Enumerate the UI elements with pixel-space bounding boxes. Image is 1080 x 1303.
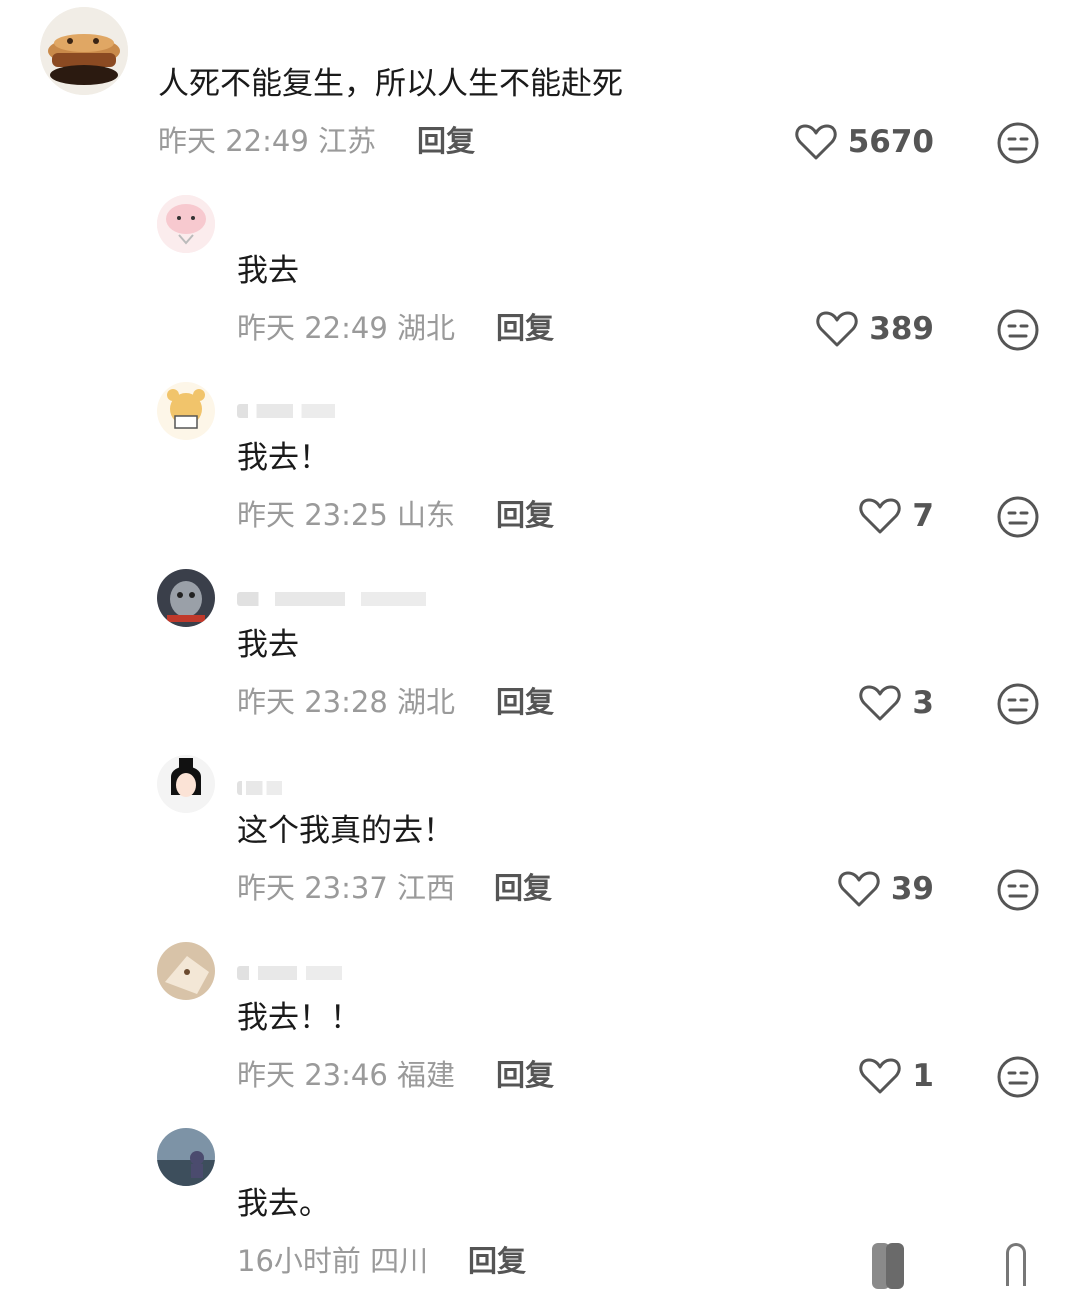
comment-text: 人死不能复生，所以人生不能赴死 [158,66,623,102]
reply-time: 昨天 23:28 [237,685,388,719]
heart-outline-icon [859,1058,902,1094]
blurred-nickname [237,781,301,795]
like-count: 1 [912,1058,934,1094]
neutral-face-icon[interactable] [996,495,1040,539]
like-button[interactable]: 389 [815,309,934,349]
reply-meta: 昨天 23:25 山东 [237,497,455,533]
avatar[interactable] [157,195,215,253]
avatar[interactable] [40,7,128,95]
like-count: 3 [912,685,934,721]
reply-text: 我去 [237,627,299,663]
comment-location: 江苏 [318,124,377,158]
reply-button[interactable]: 回复 [417,123,475,159]
heart-outline-icon [859,685,902,721]
reply-meta: 16小时前 四川 [237,1243,428,1279]
heart-outline-icon [859,498,902,534]
blurred-nickname [237,404,377,418]
avatar[interactable] [157,755,215,813]
like-count: 7 [912,498,934,534]
heart-outline-icon [838,871,880,907]
reply-meta: 昨天 22:49 湖北 [237,310,455,346]
like-button[interactable]: 1 [858,1056,934,1096]
neutral-face-icon[interactable] [996,121,1040,165]
comment-meta: 昨天 22:49 江苏 [158,123,376,159]
like-count: 5670 [847,124,934,160]
reply-button[interactable]: 回复 [496,310,554,346]
avatar[interactable] [157,1128,215,1186]
avatar[interactable] [157,569,215,627]
cropped-like-icon [886,1243,904,1289]
reply-meta: 昨天 23:46 福建 [237,1057,455,1093]
heart-outline-icon [816,311,858,347]
reply-text: 我去！！ [237,1000,361,1036]
reply-button[interactable]: 回复 [494,870,552,906]
reply-location: 江西 [397,871,456,905]
neutral-face-icon[interactable] [996,868,1040,912]
reply-time: 昨天 23:37 [237,871,388,905]
avatar[interactable] [157,382,215,440]
avatar[interactable] [157,942,215,1000]
reply-button[interactable]: 回复 [496,1057,554,1093]
reply-meta: 昨天 23:37 江西 [237,870,455,906]
reply-location: 湖北 [397,311,456,345]
reply-time: 昨天 23:25 [237,498,388,532]
like-count: 389 [869,311,934,347]
reply-meta: 昨天 23:28 湖北 [237,684,455,720]
reply-location: 山东 [397,498,456,532]
reply-button[interactable]: 回复 [496,497,554,533]
blurred-nickname [237,966,387,980]
reply-button[interactable]: 回复 [496,684,554,720]
neutral-face-icon[interactable] [996,682,1040,726]
cropped-dislike-icon [1006,1243,1026,1286]
like-button[interactable]: 5670 [794,122,934,162]
reply-button[interactable]: 回复 [468,1243,526,1279]
like-button[interactable]: 3 [858,683,934,723]
neutral-face-icon[interactable] [996,308,1040,352]
like-count: 39 [890,871,934,907]
reply-location: 湖北 [397,685,456,719]
reply-time: 昨天 23:46 [237,1058,388,1092]
reply-time: 昨天 22:49 [237,311,388,345]
reply-text: 我去！ [237,440,330,476]
reply-text: 这个我真的去！ [237,813,454,849]
reply-text: 我去。 [237,1186,330,1222]
reply-text: 我去 [237,253,299,289]
heart-outline-icon [795,124,837,160]
like-button[interactable]: 7 [858,496,934,536]
neutral-face-icon[interactable] [996,1055,1040,1099]
like-button[interactable]: 39 [837,869,934,909]
comment-time: 昨天 22:49 [158,124,309,158]
reply-time: 16小时前 [237,1244,361,1278]
reply-location: 四川 [370,1244,429,1278]
reply-location: 福建 [397,1058,456,1092]
blurred-nickname [237,592,507,606]
